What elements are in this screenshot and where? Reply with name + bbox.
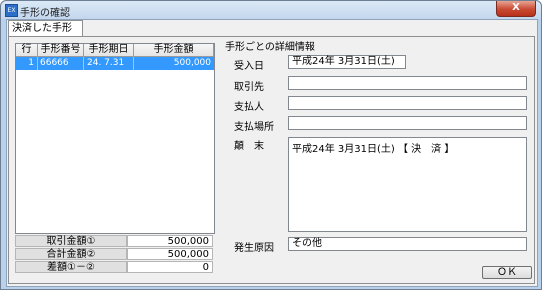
cell-number: 66666 [38, 57, 84, 70]
cell-amount: 500,000 [173, 58, 211, 68]
payer-field[interactable] [288, 96, 527, 110]
col-header-row[interactable]: 行 [16, 44, 38, 57]
col-header-number[interactable]: 手形番号 [38, 44, 84, 57]
payment-place-label: 支払場所 [234, 122, 274, 133]
details-section-title: 手形ごとの詳細情報 [225, 42, 315, 53]
total-label: 差額①－② [15, 261, 127, 273]
dialog-window: EX 手形の確認 X 決済した手形 行 手形番号 手形期日 手形金額 1 666… [0, 0, 542, 290]
title-bar[interactable]: EX 手形の確認 X [1, 1, 541, 19]
cause-field[interactable]: その他 [288, 237, 527, 251]
totals-table: 取引金額① 500,000 合計金額② 500,000 差額①－② 0 [15, 235, 213, 274]
total-value: 0 [127, 261, 213, 273]
total-row: 合計金額② 500,000 [15, 248, 213, 260]
client-field[interactable] [288, 76, 527, 90]
total-value: 500,000 [127, 248, 213, 260]
payment-place-field[interactable] [288, 116, 527, 130]
cell-date: 24. 7.31 [84, 57, 134, 70]
total-row: 差額①－② 0 [15, 261, 213, 273]
payer-label: 支払人 [234, 102, 264, 113]
col-header-amount[interactable]: 手形金額 [134, 44, 214, 57]
total-label: 合計金額② [15, 248, 127, 260]
client-area: 決済した手形 行 手形番号 手形期日 手形金額 1 66666 24. 7.31… [6, 19, 538, 287]
cause-label: 発生原因 [234, 243, 274, 254]
received-date-label: 受入日 [234, 61, 264, 72]
total-label: 取引金額① [15, 235, 127, 247]
cell-row: 1 [16, 57, 38, 70]
client-label: 取引先 [234, 82, 264, 93]
bills-grid[interactable]: 行 手形番号 手形期日 手形金額 1 66666 24. 7.31 500,00… [15, 43, 215, 234]
window-title: 手形の確認 [20, 8, 70, 19]
received-date-field[interactable]: 平成24年 3月31日(土) [288, 55, 406, 69]
summary-label: 顛 末 [234, 141, 264, 152]
col-header-date[interactable]: 手形期日 [84, 44, 134, 57]
table-row[interactable]: 1 66666 24. 7.31 500,000 [16, 57, 214, 70]
app-icon: EX [5, 4, 18, 17]
tab-settled-bills[interactable]: 決済した手形 [8, 20, 83, 37]
ok-button[interactable]: ＯＫ [482, 266, 532, 279]
close-button[interactable]: X [496, 1, 536, 17]
summary-textarea[interactable]: 平成24年 3月31日(土) 【 決 済 】 [288, 137, 527, 232]
total-row: 取引金額① 500,000 [15, 235, 213, 247]
tab-panel: 行 手形番号 手形期日 手形金額 1 66666 24. 7.31 500,00… [8, 36, 535, 284]
total-value: 500,000 [127, 235, 213, 247]
grid-header: 行 手形番号 手形期日 手形金額 [16, 44, 214, 57]
